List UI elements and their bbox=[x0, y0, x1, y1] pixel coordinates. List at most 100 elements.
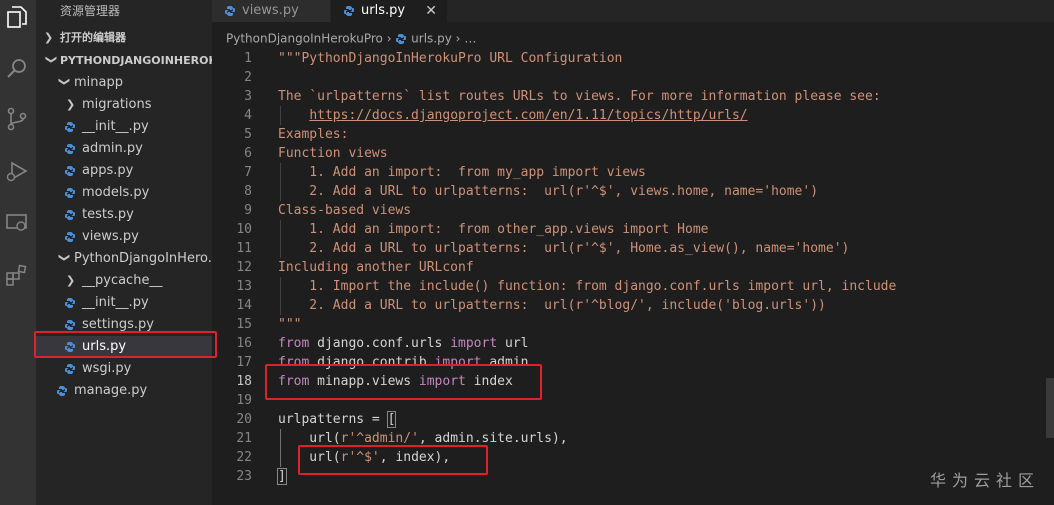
line-number: 18 bbox=[236, 374, 252, 389]
line-number: 2 bbox=[244, 70, 252, 85]
line-number: 8 bbox=[244, 184, 252, 199]
tree-file-urls[interactable]: urls.py bbox=[36, 336, 212, 358]
line-number: 16 bbox=[236, 336, 252, 351]
explorer-sidebar: 资源管理器 ❯ 打开的编辑器 ❯ PYTHONDJANGOINHEROK... … bbox=[36, 0, 212, 505]
python-file-icon bbox=[65, 298, 75, 308]
code-editor[interactable]: 1 2 3 4 5 6 7 8 9 10 11 12 13 14 15 16 1… bbox=[212, 48, 1054, 505]
tree-item-label: manage.py bbox=[74, 383, 148, 398]
tree-file-tests[interactable]: tests.py bbox=[36, 204, 212, 226]
tree-item-label: views.py bbox=[82, 229, 139, 244]
tree-item-label: __init__.py bbox=[82, 295, 149, 310]
tree-item-label: minapp bbox=[74, 75, 123, 90]
code-line-13: 1. Import the include() function: from d… bbox=[278, 279, 897, 294]
chevron-right-icon: ❯ bbox=[66, 98, 76, 111]
tree-item-label: __init__.py bbox=[82, 119, 149, 134]
tab-label: views.py bbox=[242, 3, 299, 18]
line-number: 14 bbox=[236, 298, 252, 313]
tree-folder-migrations[interactable]: ❯ migrations bbox=[36, 94, 212, 116]
line-number: 4 bbox=[244, 108, 252, 123]
tree-file-manage[interactable]: manage.py bbox=[36, 380, 212, 402]
python-file-icon bbox=[65, 342, 75, 352]
tree-folder-project[interactable]: ❯ PythonDjangoInHero... bbox=[36, 248, 212, 270]
tree-file-apps[interactable]: apps.py bbox=[36, 160, 212, 182]
chevron-right-icon: ❯ bbox=[44, 31, 54, 44]
editor-tabs: views.py urls.py ✕ bbox=[212, 0, 1054, 22]
breadcrumb-file[interactable]: urls.py bbox=[411, 32, 452, 46]
explorer-icon[interactable] bbox=[4, 4, 30, 30]
remote-explorer-icon[interactable] bbox=[4, 210, 30, 236]
code-line-21: url(r'^admin/', admin.site.urls), bbox=[278, 431, 568, 446]
open-editors-label: 打开的编辑器 bbox=[60, 31, 126, 44]
breadcrumb-separator: › bbox=[386, 31, 392, 46]
breadcrumb-project[interactable]: PythonDjangoInHerokuPro bbox=[226, 32, 383, 46]
line-number: 17 bbox=[236, 355, 252, 370]
python-file-icon bbox=[65, 122, 75, 132]
tree-file-wsgi[interactable]: wsgi.py bbox=[36, 358, 212, 380]
tree-item-label: apps.py bbox=[82, 163, 134, 178]
tree-file-models[interactable]: models.py bbox=[36, 182, 212, 204]
python-file-icon bbox=[65, 364, 75, 374]
code-line-17: from django.contrib import admin bbox=[278, 355, 529, 370]
extensions-icon[interactable] bbox=[4, 262, 30, 288]
python-file-icon bbox=[65, 166, 75, 176]
breadcrumb-separator: › bbox=[455, 31, 461, 46]
tab-urls[interactable]: urls.py ✕ bbox=[331, 0, 447, 22]
breadcrumb: PythonDjangoInHerokuPro › urls.py › … bbox=[226, 28, 476, 48]
workspace-root-label: PYTHONDJANGOINHEROK... bbox=[60, 54, 212, 67]
python-file-icon bbox=[65, 144, 75, 154]
tree-item-label: admin.py bbox=[82, 141, 143, 156]
debug-icon[interactable] bbox=[4, 158, 30, 184]
line-number: 10 bbox=[236, 222, 252, 237]
tab-label: urls.py bbox=[361, 3, 406, 18]
tree-item-label: tests.py bbox=[82, 207, 134, 222]
python-file-icon bbox=[65, 320, 75, 330]
tree-item-label: PythonDjangoInHero... bbox=[74, 251, 212, 266]
code-line-9: Class-based views bbox=[278, 203, 412, 218]
code-line-14: 2. Add a URL to urlpatterns: url(r'^blog… bbox=[278, 298, 826, 313]
code-line-20: urlpatterns = [ bbox=[278, 411, 397, 428]
source-control-icon[interactable] bbox=[4, 106, 30, 132]
python-file-icon bbox=[396, 33, 407, 44]
docs-link[interactable]: https://docs.djangoproject.com/en/1.11/t… bbox=[309, 108, 747, 123]
tab-views[interactable]: views.py bbox=[212, 0, 330, 22]
line-number: 3 bbox=[244, 89, 252, 104]
line-number: 11 bbox=[236, 241, 252, 256]
code-line-4: https://docs.djangoproject.com/en/1.11/t… bbox=[278, 106, 747, 125]
editor-scrollbar[interactable] bbox=[1046, 378, 1054, 438]
code-line-8: 2. Add a URL to urlpatterns: url(r'^$', … bbox=[278, 184, 819, 199]
line-number: 23 bbox=[236, 469, 252, 484]
line-number: 6 bbox=[244, 146, 252, 161]
tree-file-init-project[interactable]: __init__.py bbox=[36, 292, 212, 314]
watermark: 华为云社区 bbox=[929, 471, 1040, 490]
code-line-7: 1. Add an import: from my_app import vie… bbox=[278, 165, 646, 180]
line-number: 13 bbox=[236, 279, 252, 294]
code-line-1: """PythonDjangoInHerokuPro URL Configura… bbox=[278, 51, 623, 66]
search-icon[interactable] bbox=[4, 56, 30, 82]
close-icon[interactable]: ✕ bbox=[425, 0, 437, 22]
open-editors-section[interactable]: ❯ 打开的编辑器 bbox=[36, 27, 212, 49]
tree-folder-pycache[interactable]: ❯ __pycache__ bbox=[36, 270, 212, 292]
code-line-12: Including another URLconf bbox=[278, 260, 474, 275]
line-number: 22 bbox=[236, 450, 252, 465]
explorer-title: 资源管理器 bbox=[60, 4, 121, 18]
python-file-icon bbox=[344, 6, 354, 16]
line-number: 5 bbox=[244, 127, 252, 142]
line-number: 7 bbox=[244, 165, 252, 180]
workspace-root-section[interactable]: ❯ PYTHONDJANGOINHEROK... bbox=[36, 50, 212, 72]
python-file-icon bbox=[57, 386, 67, 396]
tree-file-admin[interactable]: admin.py bbox=[36, 138, 212, 160]
line-number: 1 bbox=[244, 51, 252, 66]
tree-file-init[interactable]: __init__.py bbox=[36, 116, 212, 138]
line-number: 19 bbox=[236, 393, 252, 408]
code-line-11: 2. Add a URL to urlpatterns: url(r'^$', … bbox=[278, 241, 850, 256]
tree-folder-minapp[interactable]: ❯ minapp bbox=[36, 72, 212, 94]
breadcrumb-more[interactable]: … bbox=[464, 32, 476, 46]
code-line-10: 1. Add an import: from other_app.views i… bbox=[278, 222, 709, 237]
tree-file-views[interactable]: views.py bbox=[36, 226, 212, 248]
python-file-icon bbox=[65, 232, 75, 242]
line-number: 12 bbox=[236, 260, 252, 275]
python-file-icon bbox=[225, 6, 235, 16]
tree-file-settings[interactable]: settings.py bbox=[36, 314, 212, 336]
code-line-18: from minapp.views import index bbox=[278, 374, 513, 389]
line-number: 9 bbox=[244, 203, 252, 218]
